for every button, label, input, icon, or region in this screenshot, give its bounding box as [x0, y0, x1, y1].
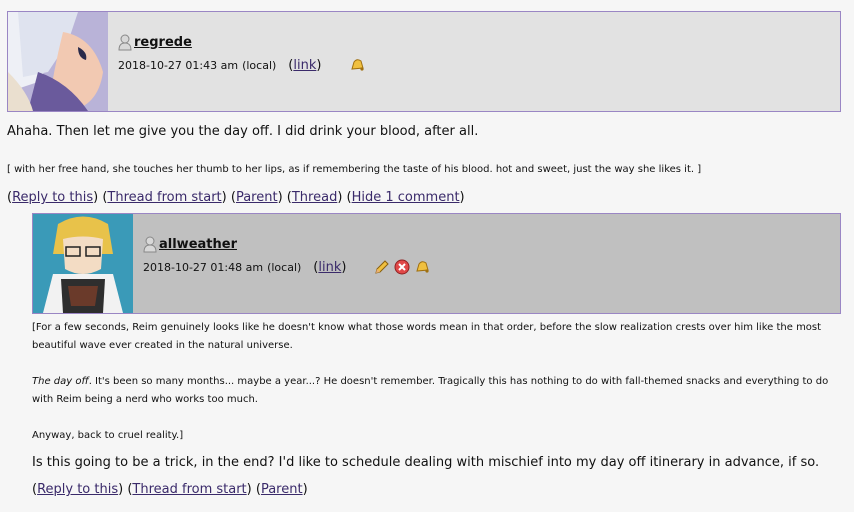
thread-from-start-link[interactable]: Thread from start: [132, 482, 246, 497]
hide-comments-link[interactable]: Hide 1 comment: [352, 190, 460, 205]
local-label: (local): [242, 58, 277, 72]
comment-links: (Reply to this) (Thread from start) (Par…: [32, 482, 308, 497]
avatar[interactable]: [33, 214, 133, 313]
comment-allweather: allweather 2018-10-27 01:48 am (local) (…: [32, 213, 841, 497]
thread-from-start-link[interactable]: Thread from start: [107, 190, 221, 205]
reply-link[interactable]: Reply to this: [37, 482, 118, 497]
rp-emphasis: The day off: [32, 376, 89, 387]
edit-pencil-icon[interactable]: [374, 259, 390, 275]
comment-date: 2018-10-27 01:48 am: [143, 260, 264, 274]
parent-link[interactable]: Parent: [236, 190, 278, 205]
track-bell-icon[interactable]: [414, 259, 430, 275]
comment-links: (Reply to this) (Thread from start) (Par…: [7, 190, 465, 205]
parent-link[interactable]: Parent: [261, 482, 303, 497]
comment-text: Ahaha. Then let me give you the day off.…: [7, 124, 479, 139]
comment-date: 2018-10-27 01:43 am: [118, 58, 239, 72]
comment-rp-text: [For a few seconds, Reim genuinely looks…: [32, 319, 837, 445]
reply-link[interactable]: Reply to this: [12, 190, 93, 205]
rp-paragraph-2: The day off. It's been so many months...…: [32, 373, 837, 409]
delete-icon[interactable]: [394, 259, 410, 275]
rp-paragraph-1: [For a few seconds, Reim genuinely looks…: [32, 322, 822, 351]
thread-link[interactable]: Thread: [292, 190, 337, 205]
comment-action-text: [ with her free hand, she touches her th…: [7, 164, 702, 175]
rp-paragraph-3: Anyway, back to cruel reality.]: [32, 430, 184, 441]
rp-paragraph-2-rest: . It's been so many months... maybe a ye…: [32, 376, 829, 405]
local-label: (local): [267, 260, 302, 274]
permalink[interactable]: link: [293, 58, 316, 73]
user-icon: [118, 34, 132, 50]
username-link[interactable]: regrede: [134, 35, 192, 50]
permalink[interactable]: link: [318, 260, 341, 275]
avatar[interactable]: [8, 12, 108, 111]
comment-regrede: regrede 2018-10-27 01:43 am (local) (lin…: [7, 11, 841, 205]
comment-header: regrede 2018-10-27 01:43 am (local) (lin…: [7, 11, 841, 112]
track-bell-icon[interactable]: [349, 57, 365, 73]
comment-text: Is this going to be a trick, in the end?…: [32, 455, 820, 470]
user-icon: [143, 236, 157, 252]
username-link[interactable]: allweather: [159, 237, 237, 252]
comment-header: allweather 2018-10-27 01:48 am (local) (…: [32, 213, 841, 314]
